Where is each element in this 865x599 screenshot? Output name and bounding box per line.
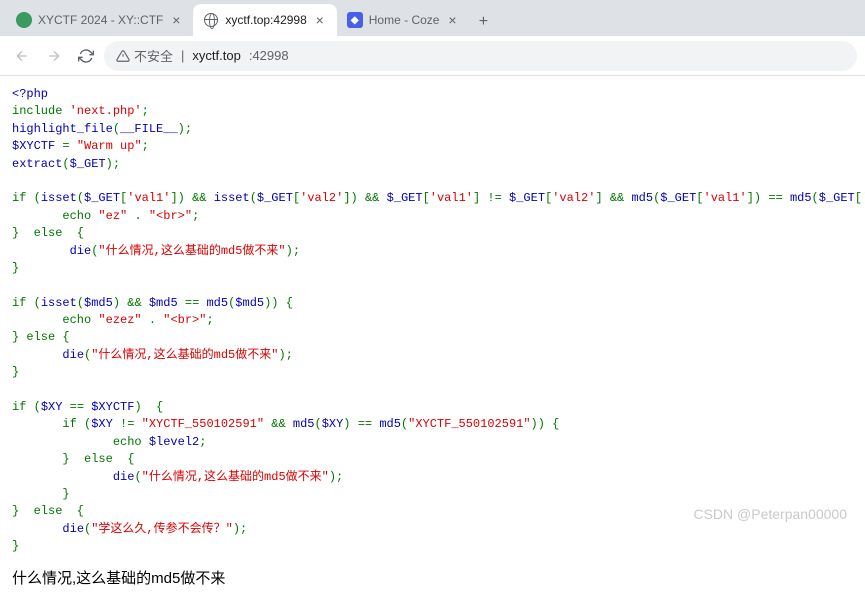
close-icon[interactable]: × — [313, 13, 327, 27]
url-port: :42998 — [249, 48, 289, 63]
xy-icon — [16, 12, 32, 28]
close-icon[interactable]: × — [169, 13, 183, 27]
tab-bar: XYCTF 2024 - XY::CTF × xyctf.top:42998 ×… — [0, 0, 865, 36]
warning-icon — [116, 49, 130, 63]
close-icon[interactable]: × — [445, 13, 459, 27]
coze-icon: ◆ — [347, 12, 363, 28]
output-text: 什么情况,这么基础的md5做不来 — [12, 568, 853, 590]
forward-button[interactable] — [40, 42, 68, 70]
url-host: xyctf.top — [192, 48, 240, 63]
back-button[interactable] — [8, 42, 36, 70]
new-tab-button[interactable]: + — [469, 8, 497, 36]
tab-1[interactable]: XYCTF 2024 - XY::CTF × — [6, 4, 193, 36]
php-source: <?php include 'next.php'; highlight_file… — [12, 86, 853, 556]
nav-bar: 不安全 | xyctf.top :42998 — [0, 36, 865, 76]
watermark: CSDN @Peterpan00000 — [693, 506, 847, 522]
tab-2[interactable]: xyctf.top:42998 × — [193, 4, 336, 36]
tab-title: xyctf.top:42998 — [225, 13, 306, 27]
insecure-label: 不安全 — [134, 46, 173, 65]
tab-title: XYCTF 2024 - XY::CTF — [38, 13, 163, 27]
reload-button[interactable] — [72, 42, 100, 70]
address-bar[interactable]: 不安全 | xyctf.top :42998 — [104, 41, 857, 71]
url-separator: | — [181, 48, 184, 63]
tab-3[interactable]: ◆ Home - Coze × — [337, 4, 470, 36]
globe-icon — [203, 12, 219, 28]
insecure-warning: 不安全 — [116, 46, 173, 65]
tab-title: Home - Coze — [369, 13, 440, 27]
